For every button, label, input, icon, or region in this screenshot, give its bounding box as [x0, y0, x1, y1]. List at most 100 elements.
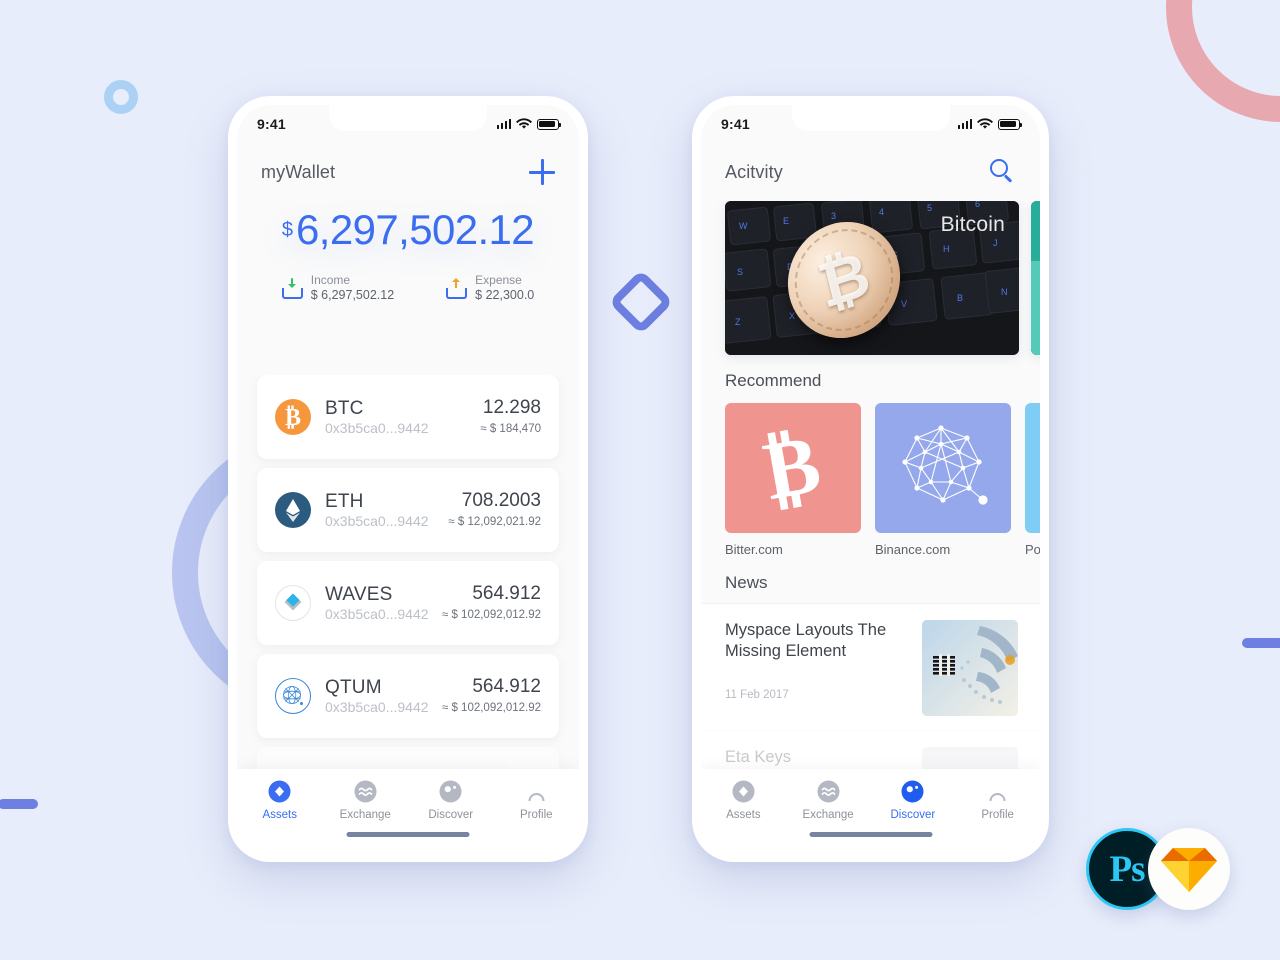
battery-icon: [537, 118, 562, 130]
svg-text:S: S: [737, 267, 743, 277]
home-indicator: [346, 832, 470, 837]
tab-bar-discover: Assets Exchange Discover Profile: [701, 769, 1040, 853]
tab-exchange[interactable]: Exchange: [323, 780, 409, 821]
recommend-card-bitter[interactable]: ₿ Bitter.com: [725, 403, 861, 557]
tab-profile[interactable]: Profile: [494, 780, 580, 821]
battery-icon: [998, 118, 1023, 130]
tab-bar-assets: Assets Exchange Discover Profile: [237, 769, 579, 853]
svg-text:5: 5: [927, 203, 932, 213]
tab-label: Discover: [890, 808, 936, 821]
svg-text:N: N: [1001, 287, 1008, 297]
decorative-lightblue-ring: [104, 80, 138, 114]
svg-text:Z: Z: [735, 317, 741, 327]
recommend-card-poloniex[interactable]: Polonie: [1025, 403, 1040, 557]
banner-label: Bitcoin: [940, 213, 1005, 236]
tray-download-icon: [281, 277, 303, 299]
svg-text:W: W: [739, 221, 748, 231]
tab-label: Assets: [726, 808, 761, 821]
banner-carousel[interactable]: WE 34 56 SD FG HJ ZX CV BN ₿ Bitcoin: [701, 201, 1040, 355]
decorative-bar-left: [0, 799, 38, 809]
sketch-diamond-icon: [1161, 848, 1217, 892]
asset-fiat: ≈ $ 12,092,021.92: [448, 516, 541, 528]
asset-row-eth[interactable]: ETH 0x3b5ca0...9442 708.2003 ≈ $ 12,092,…: [257, 468, 559, 552]
profile-icon: [525, 780, 548, 807]
news-title: Eta Keys: [725, 748, 792, 766]
waves-icon: [275, 585, 311, 621]
decorative-bar-right: [1242, 638, 1280, 648]
svg-text:B: B: [957, 293, 963, 303]
tab-exchange[interactable]: Exchange: [786, 780, 871, 821]
asset-symbol: BTC: [325, 397, 364, 419]
recommend-section-title: Recommend: [725, 371, 822, 390]
news-item[interactable]: Myspace Layouts The Missing Element 11 F…: [701, 603, 1040, 730]
expense-label: Expense: [475, 273, 522, 287]
page-title: myWallet: [261, 161, 336, 182]
income-value: $ 6,297,502.12: [310, 288, 395, 302]
asset-symbol: ETH: [325, 490, 364, 512]
news-date: 11 Feb 2017: [725, 688, 789, 701]
banner-secondary[interactable]: [1031, 201, 1040, 355]
tab-label: Assets: [262, 808, 297, 821]
search-icon[interactable]: [990, 159, 1016, 185]
asset-address: 0x3b5ca0...9442: [325, 513, 429, 530]
balance-row: $ 6,297,502.12: [281, 206, 535, 253]
asset-fiat: ≈ $ 102,092,012.92: [441, 702, 541, 714]
svg-text:6: 6: [975, 201, 980, 209]
balance-currency: $: [281, 219, 294, 241]
summary-row: Income $ 6,297,502.12 Expense $ 22,300.0: [237, 273, 579, 304]
discover-content[interactable]: WE 34 56 SD FG HJ ZX CV BN ₿ Bitcoin: [701, 201, 1040, 853]
profile-icon: [986, 780, 1009, 807]
summary-income: Income $ 6,297,502.12: [281, 273, 395, 304]
balance-amount: 6,297,502.12: [296, 206, 535, 253]
balance-block: $ 6,297,502.12 Income $ 6,297,502.12 Exp…: [237, 209, 579, 304]
discover-screen: 9:41 Acitvity W E 3 4 5 6 S H J Z X V B …: [701, 105, 1040, 853]
income-label: Income: [310, 273, 351, 287]
svg-text:3: 3: [831, 211, 836, 221]
notch: [791, 105, 950, 131]
tab-label: Profile: [981, 808, 1014, 821]
assets-screen: 9:41 myWallet $ 6,297,502.12 Income $ 6,…: [237, 105, 579, 853]
tab-discover[interactable]: Discover: [871, 780, 956, 821]
status-time: 9:41: [257, 116, 286, 132]
tab-discover[interactable]: Discover: [408, 780, 494, 821]
asset-row-btc[interactable]: ₿ BTC 0x3b5ca0...9442 12.298 ≈ $ 184,470: [257, 375, 559, 459]
signal-icon: [496, 119, 511, 129]
asset-row-qtum[interactable]: QTUM 0x3b5ca0...9442 564.912 ≈ $ 102,092…: [257, 654, 559, 738]
sketch-badge: [1148, 828, 1230, 910]
tab-profile[interactable]: Profile: [955, 780, 1040, 821]
banner-bitcoin[interactable]: WE 34 56 SD FG HJ ZX CV BN ₿ Bitcoin: [725, 201, 1019, 355]
svg-text:₿: ₿: [757, 425, 827, 511]
asset-row-waves[interactable]: WAVES 0x3b5ca0...9442 564.912 ≈ $ 102,09…: [257, 561, 559, 645]
recommend-label: Bitter.com: [725, 542, 783, 557]
asset-fiat: ≈ $ 102,092,012.92: [441, 609, 541, 621]
discover-icon: [439, 780, 462, 803]
phone-mockup-assets: 9:41 myWallet $ 6,297,502.12 Income $ 6,…: [228, 96, 588, 862]
recommend-row[interactable]: ₿ Bitter.com Binance.com Po: [701, 403, 1040, 557]
exchange-icon: [817, 780, 840, 803]
assets-header: myWallet: [237, 143, 579, 201]
tab-label: Profile: [519, 808, 553, 821]
tab-assets[interactable]: Assets: [701, 780, 786, 821]
asset-amount: 708.2003: [461, 490, 541, 512]
signal-icon: [957, 119, 972, 129]
plus-icon[interactable]: [529, 159, 555, 185]
bitcoin-icon: ₿: [725, 403, 861, 533]
summary-expense: Expense $ 22,300.0: [446, 273, 534, 304]
asset-address: 0x3b5ca0...9442: [325, 699, 429, 716]
expense-value: $ 22,300.0: [475, 288, 535, 302]
discover-icon: [901, 780, 924, 803]
notch: [329, 105, 487, 131]
recommend-label: Binance.com: [875, 542, 951, 557]
tab-assets[interactable]: Assets: [237, 780, 323, 821]
asset-amount: 564.912: [472, 676, 541, 698]
decorative-pink-ring: [1166, 0, 1280, 122]
news-title: Myspace Layouts The Missing Element: [725, 621, 887, 661]
assets-icon: [268, 780, 291, 803]
status-time: 9:41: [721, 116, 750, 132]
wifi-icon: [977, 118, 993, 129]
wifi-icon: [516, 118, 532, 129]
asset-address: 0x3b5ca0...9442: [325, 420, 429, 437]
svg-text:J: J: [993, 238, 998, 248]
recommend-card-binance[interactable]: Binance.com: [875, 403, 1011, 557]
tab-label: Discover: [428, 808, 474, 821]
